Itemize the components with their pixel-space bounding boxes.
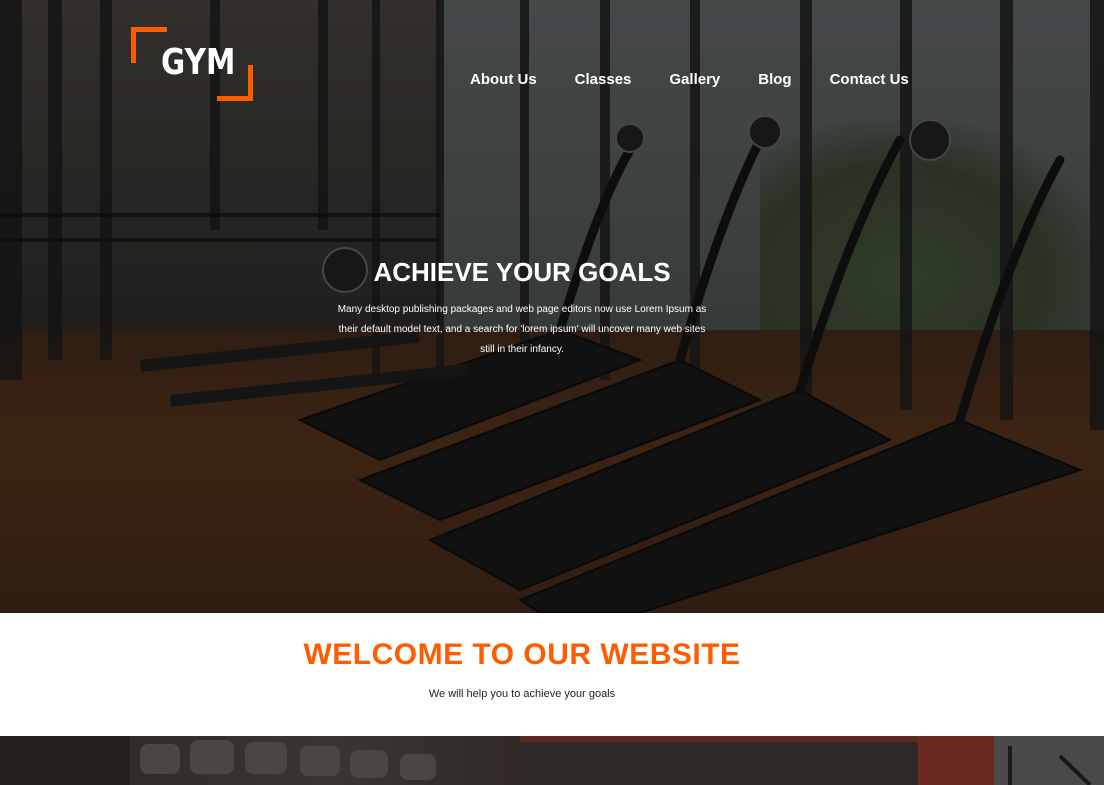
bottom-image-strip xyxy=(0,736,1104,785)
hero-text-line: still in their infancy. xyxy=(480,344,564,355)
hero-section: GYM About Us Classes Gallery Blog Contac… xyxy=(0,0,1104,613)
hero-text-line: their default model text, and a search f… xyxy=(338,324,706,335)
hero-text-line: Many desktop publishing packages and web… xyxy=(337,304,707,315)
nav-contact-us[interactable]: Contact Us xyxy=(830,70,909,90)
gym-logo[interactable]: GYM xyxy=(131,27,253,101)
hero-title: ACHIEVE YOUR GOALS xyxy=(373,257,671,287)
nav-classes[interactable]: Classes xyxy=(575,70,632,90)
hero-description: Many desktop publishing packages and web… xyxy=(322,300,722,360)
welcome-title: WELCOME TO OUR WEBSITE xyxy=(303,638,741,671)
nav-blog[interactable]: Blog xyxy=(758,70,791,90)
dumbbells-photo xyxy=(0,736,1104,785)
main-nav: About Us Classes Gallery Blog Contact Us xyxy=(470,70,909,90)
welcome-subtitle: We will help you to achieve your goals xyxy=(428,688,616,700)
nav-gallery[interactable]: Gallery xyxy=(669,70,720,90)
logo-bracket-bottom-right xyxy=(217,65,253,101)
nav-about-us[interactable]: About Us xyxy=(470,70,537,90)
welcome-section: WELCOME TO OUR WEBSITE We will help you … xyxy=(0,613,1104,736)
